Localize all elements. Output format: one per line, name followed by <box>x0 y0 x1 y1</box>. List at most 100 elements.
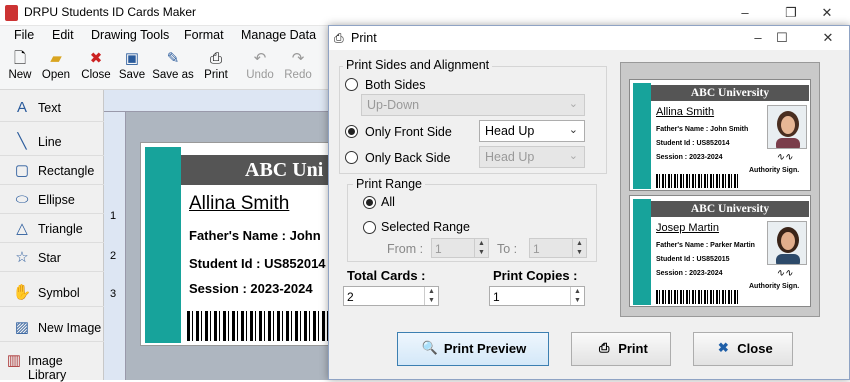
back-side-label: Only Back Side <box>365 151 451 165</box>
dialog-maximize-button[interactable]: ☐ <box>759 26 805 50</box>
dialog-close-button[interactable]: ✕ <box>805 26 850 50</box>
ruler-mark: 1 <box>110 210 117 222</box>
range-all-radio[interactable] <box>363 196 376 209</box>
drawing-tools-panel: A Text ╲ Line ▢ Rectangle ⬭ Ellipse △ Triangl… <box>0 90 104 382</box>
printer-title-icon: ⎙ <box>334 31 344 45</box>
from-spinner[interactable]: 1 ▲ ▼ <box>431 238 489 258</box>
tool-symbol-label: Symbol <box>38 286 80 300</box>
magnifier-icon: 🔍 <box>421 340 438 355</box>
card-accent-stripe <box>633 83 651 189</box>
print-label: Print <box>204 69 228 81</box>
ruler-mark: 3 <box>110 288 117 300</box>
print-copies-label: Print Copies : <box>493 268 578 283</box>
menu-file[interactable]: File <box>14 28 34 42</box>
print-toolbar-button[interactable]: ⎙ Print <box>196 48 236 88</box>
menu-manage-data[interactable]: Manage Data <box>241 28 316 42</box>
minimize-button[interactable]: – <box>722 0 768 26</box>
print-preview-button[interactable]: 🔍 Print Preview <box>397 332 549 366</box>
student-photo <box>767 105 807 149</box>
print-preview-pane: ABC University Allina Smith Father's Nam… <box>620 62 820 317</box>
card-name: Allina Smith <box>189 193 290 214</box>
spinner-arrows-icon[interactable]: ▲ ▼ <box>572 239 586 257</box>
from-label: From : <box>387 242 424 256</box>
print-button[interactable]: ⎙ Print <box>571 332 671 366</box>
tool-triangle[interactable]: △ Triangle <box>0 215 104 243</box>
front-side-radio[interactable] <box>345 125 358 138</box>
symbol-icon: ✋ <box>12 284 32 301</box>
card-student-id: Student Id : US852014 <box>189 256 326 271</box>
card-session: Session : 2023-2024 <box>189 281 313 296</box>
spinner-arrows-icon[interactable]: ▲ ▼ <box>474 239 488 257</box>
save-icon: ▣ <box>124 50 140 67</box>
printer-icon: ⎙ <box>209 50 222 67</box>
save-as-button[interactable]: ✎ Save as <box>152 48 194 88</box>
redo-button[interactable]: ↷ Redo <box>278 48 318 88</box>
total-cards-spinner[interactable]: 2 ▲ ▼ <box>343 286 439 306</box>
tool-image-library-label: Image Library <box>28 354 67 382</box>
ruler-mark: 2 <box>110 250 117 262</box>
text-icon: A <box>16 99 27 116</box>
close-window-button[interactable]: ✕ <box>804 0 850 26</box>
dialog-title: Print <box>351 31 377 45</box>
undo-button[interactable]: ↶ Undo <box>240 48 280 88</box>
tool-ellipse[interactable]: ⬭ Ellipse <box>0 186 104 214</box>
print-preview-label: Print Preview <box>443 341 527 356</box>
tool-symbol[interactable]: ✋ Symbol <box>0 279 104 307</box>
preview-card-name: Allina Smith <box>656 106 715 118</box>
preview-card-session: Session : 2023-2024 <box>656 270 723 277</box>
menu-drawing-tools[interactable]: Drawing Tools <box>91 28 169 42</box>
tool-image-library[interactable]: ▥ Image Library <box>0 347 104 382</box>
save-button[interactable]: ▣ Save <box>112 48 152 88</box>
tool-text[interactable]: A Text <box>0 94 104 122</box>
close-file-icon: ✖ <box>89 50 103 67</box>
spinner-arrows-icon[interactable]: ▲ ▼ <box>570 287 584 305</box>
preview-card-session: Session : 2023-2024 <box>656 154 723 161</box>
tool-ellipse-label: Ellipse <box>38 193 75 207</box>
line-icon: ╲ <box>17 133 27 150</box>
tool-new-image[interactable]: ▨ New Image <box>0 314 104 342</box>
signature-icon: ∿∿ <box>776 268 793 279</box>
design-card[interactable]: ABC Uni Allina Smith Father's Name : Joh… <box>140 142 340 346</box>
menu-format[interactable]: Format <box>184 28 224 42</box>
undo-icon: ↶ <box>253 50 267 67</box>
card-barcode <box>187 311 339 341</box>
tool-rectangle[interactable]: ▢ Rectangle <box>0 157 104 185</box>
new-button[interactable]: 🗋 New <box>0 48 40 88</box>
tool-star[interactable]: ☆ Star <box>0 244 104 272</box>
back-side-radio[interactable] <box>345 151 358 164</box>
open-button[interactable]: ▰ Open <box>36 48 76 88</box>
from-value: 1 <box>435 242 442 256</box>
tool-line-label: Line <box>38 135 62 149</box>
preview-card-father: Father's Name : Parker Martin <box>656 242 755 249</box>
tool-triangle-label: Triangle <box>38 222 83 236</box>
preview-card-student-id: Student Id : US852014 <box>656 140 730 147</box>
preview-card-authority: Authority Sign. <box>749 283 800 290</box>
to-label: To : <box>497 242 518 256</box>
both-sides-select[interactable]: Up-Down ⌄ <box>361 94 585 116</box>
star-icon: ☆ <box>15 249 29 266</box>
both-sides-radio[interactable] <box>345 78 358 91</box>
tool-text-label: Text <box>38 101 61 115</box>
close-button[interactable]: ✖ Close <box>693 332 793 366</box>
new-label: New <box>8 69 32 81</box>
front-side-select[interactable]: Head Up ⌄ <box>479 120 585 142</box>
signature-icon: ∿∿ <box>776 152 793 163</box>
undo-label: Undo <box>246 69 274 81</box>
print-copies-spinner[interactable]: 1 ▲ ▼ <box>489 286 585 306</box>
total-cards-value: 2 <box>347 290 354 304</box>
app-title: DRPU Students ID Cards Maker <box>24 5 197 19</box>
print-dialog: ⎙ Print – ☐ ✕ Print Sides and Alignment … <box>328 25 850 380</box>
back-option: Head Up <box>485 150 535 164</box>
close-file-button[interactable]: ✖ Close <box>76 48 116 88</box>
preview-card-barcode <box>656 174 740 188</box>
menu-edit[interactable]: Edit <box>52 28 74 42</box>
range-selected-radio[interactable] <box>363 221 376 234</box>
tool-line[interactable]: ╲ Line <box>0 128 104 156</box>
vertical-ruler: 1 2 3 <box>104 112 126 380</box>
range-selected-label: Selected Range <box>381 220 470 234</box>
ellipse-icon: ⬭ <box>15 191 29 208</box>
spinner-arrows-icon[interactable]: ▲ ▼ <box>424 287 438 305</box>
preview-card-barcode <box>656 290 740 304</box>
back-side-select[interactable]: Head Up ⌄ <box>479 146 585 168</box>
to-spinner[interactable]: 1 ▲ ▼ <box>529 238 587 258</box>
